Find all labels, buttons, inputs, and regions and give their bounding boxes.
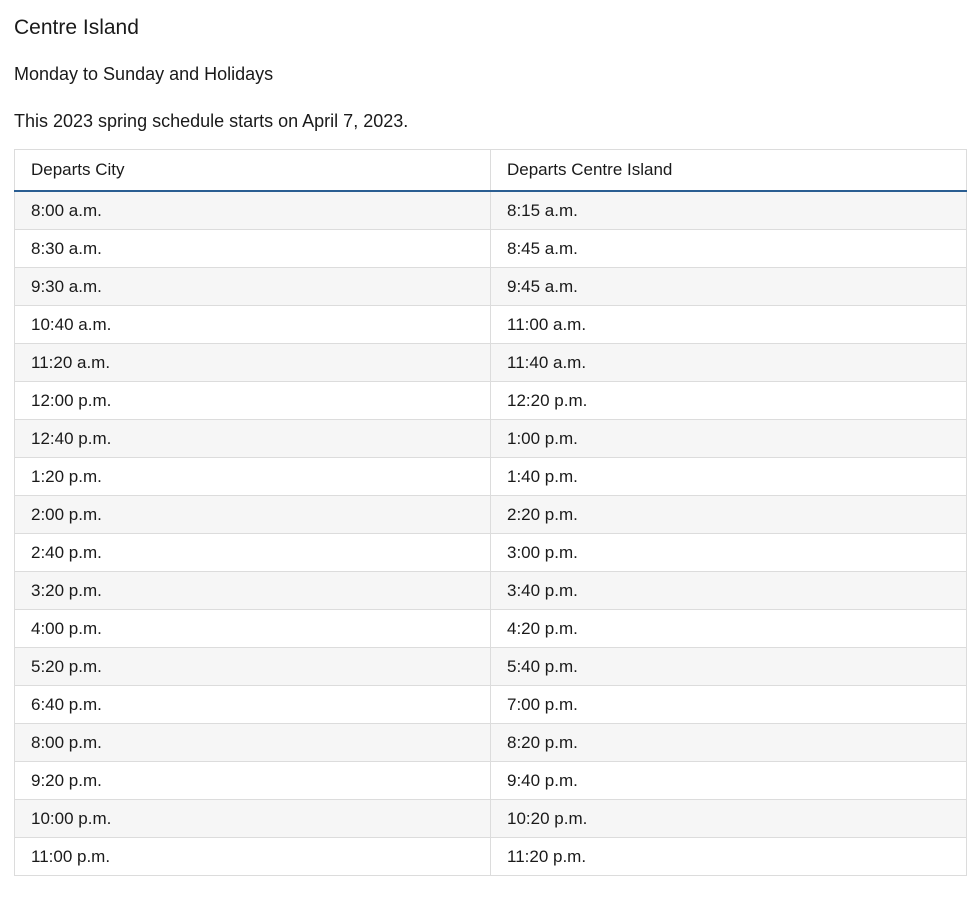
departs-centre-island-cell: 11:20 p.m.	[490, 837, 967, 876]
departs-city-cell: 9:20 p.m.	[14, 761, 491, 800]
departs-city-cell: 10:00 p.m.	[14, 799, 491, 838]
departs-city-cell: 10:40 a.m.	[14, 305, 491, 344]
departs-city-cell: 8:00 p.m.	[14, 723, 491, 762]
departs-centre-island-cell: 5:40 p.m.	[490, 647, 967, 686]
departs-centre-island-cell: 11:40 a.m.	[490, 343, 967, 382]
departs-city-cell: 12:40 p.m.	[14, 419, 491, 458]
departs-city-cell: 3:20 p.m.	[14, 571, 491, 610]
departs-centre-island-cell: 3:40 p.m.	[490, 571, 967, 610]
table-row: 3:20 p.m. 3:40 p.m.	[14, 571, 967, 610]
departs-centre-island-cell: 9:45 a.m.	[490, 267, 967, 306]
departs-centre-island-cell: 8:20 p.m.	[490, 723, 967, 762]
departs-centre-island-cell: 1:00 p.m.	[490, 419, 967, 458]
table-row: 2:40 p.m. 3:00 p.m.	[14, 533, 967, 572]
departs-city-cell: 8:00 a.m.	[14, 190, 491, 230]
departs-centre-island-cell: 3:00 p.m.	[490, 533, 967, 572]
table-row: 5:20 p.m. 5:40 p.m.	[14, 647, 967, 686]
table-row: 2:00 p.m. 2:20 p.m.	[14, 495, 967, 534]
table-row: 8:30 a.m. 8:45 a.m.	[14, 229, 967, 268]
page-content: Centre Island Monday to Sunday and Holid…	[0, 0, 980, 876]
table-row: 12:40 p.m. 1:00 p.m.	[14, 419, 967, 458]
table-row: 9:20 p.m. 9:40 p.m.	[14, 761, 967, 800]
table-row: 10:40 a.m. 11:00 a.m.	[14, 305, 967, 344]
table-row: 8:00 p.m. 8:20 p.m.	[14, 723, 967, 762]
table-row: 4:00 p.m. 4:20 p.m.	[14, 609, 967, 648]
departs-centre-island-cell: 1:40 p.m.	[490, 457, 967, 496]
departs-centre-island-cell: 2:20 p.m.	[490, 495, 967, 534]
table-row: 8:00 a.m. 8:15 a.m.	[14, 190, 967, 230]
header-departs-centre-island: Departs Centre Island	[490, 149, 967, 192]
table-row: 9:30 a.m. 9:45 a.m.	[14, 267, 967, 306]
table-row: 6:40 p.m. 7:00 p.m.	[14, 685, 967, 724]
departs-city-cell: 9:30 a.m.	[14, 267, 491, 306]
table-header-row: Departs City Departs Centre Island	[14, 149, 967, 192]
departs-city-cell: 2:40 p.m.	[14, 533, 491, 572]
table-row: 1:20 p.m. 1:40 p.m.	[14, 457, 967, 496]
departs-city-cell: 2:00 p.m.	[14, 495, 491, 534]
departs-city-cell: 12:00 p.m.	[14, 381, 491, 420]
departs-city-cell: 11:20 a.m.	[14, 343, 491, 382]
departs-city-cell: 6:40 p.m.	[14, 685, 491, 724]
departs-centre-island-cell: 7:00 p.m.	[490, 685, 967, 724]
page-title: Centre Island	[14, 16, 139, 39]
table-row: 10:00 p.m. 10:20 p.m.	[14, 799, 967, 838]
table-row: 11:20 a.m. 11:40 a.m.	[14, 343, 967, 382]
departs-city-cell: 5:20 p.m.	[14, 647, 491, 686]
departs-city-cell: 4:00 p.m.	[14, 609, 491, 648]
departs-centre-island-cell: 12:20 p.m.	[490, 381, 967, 420]
departs-city-cell: 11:00 p.m.	[14, 837, 491, 876]
departs-centre-island-cell: 8:45 a.m.	[490, 229, 967, 268]
header-departs-city: Departs City	[14, 149, 491, 192]
service-days: Monday to Sunday and Holidays	[14, 64, 274, 84]
departs-centre-island-cell: 10:20 p.m.	[490, 799, 967, 838]
table-row: 11:00 p.m. 11:20 p.m.	[14, 837, 967, 876]
schedule-note: This 2023 spring schedule starts on Apri…	[14, 111, 409, 131]
departs-city-cell: 8:30 a.m.	[14, 229, 491, 268]
ferry-schedule-table: Departs City Departs Centre Island 8:00 …	[14, 149, 967, 876]
departs-centre-island-cell: 9:40 p.m.	[490, 761, 967, 800]
table-row: 12:00 p.m. 12:20 p.m.	[14, 381, 967, 420]
departs-city-cell: 1:20 p.m.	[14, 457, 491, 496]
departs-centre-island-cell: 8:15 a.m.	[490, 190, 967, 230]
departs-centre-island-cell: 11:00 a.m.	[490, 305, 967, 344]
departs-centre-island-cell: 4:20 p.m.	[490, 609, 967, 648]
